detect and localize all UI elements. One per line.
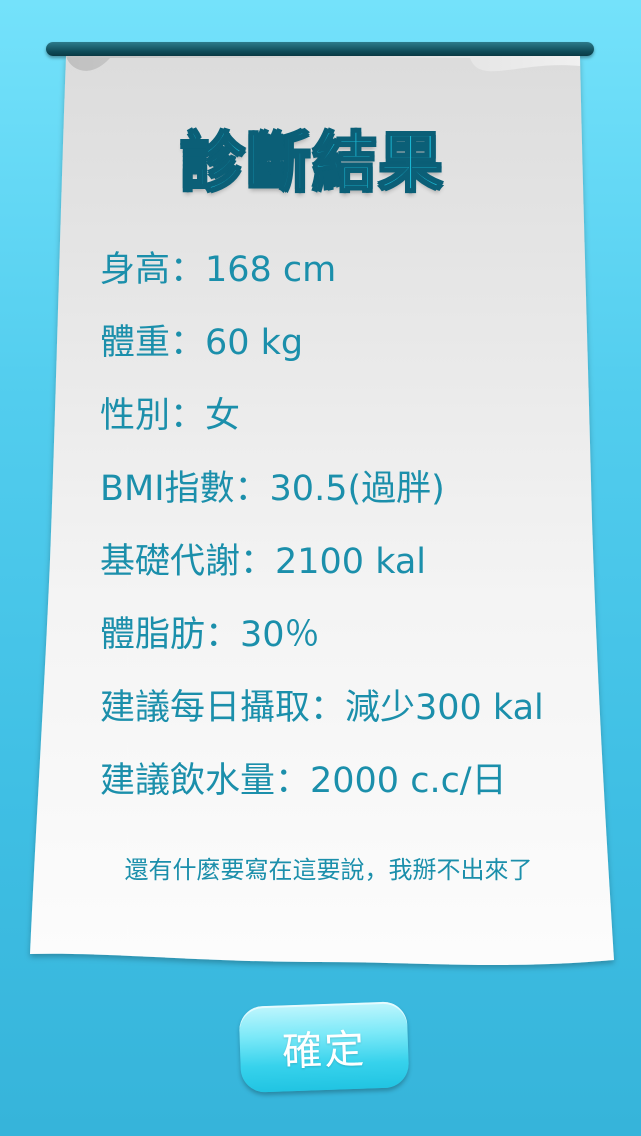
confirm-button[interactable]: 確定: [238, 1001, 410, 1093]
height-row: 身高：168 cm: [100, 250, 337, 290]
paper-content: 診斷結果 身高：168 cm 體重：60 kg 性別：女 BMI指數：30.5(…: [0, 0, 641, 1136]
water-intake-row: 建議飲水量：2000 c.c/日: [100, 761, 507, 801]
body-fat-row: 體脂肪：30％: [100, 615, 320, 655]
note-text: 還有什麼要寫在這要說，我掰不出來了: [124, 856, 533, 884]
result-list: 身高：168 cm 體重：60 kg 性別：女 BMI指數：30.5(過胖) 基…: [100, 240, 580, 824]
diagnosis-screen: { "title": "診斷結果", "results": [ "身高：168 …: [0, 0, 641, 1136]
gender-row: 性別：女: [100, 396, 241, 436]
daily-intake-row: 建議每日攝取：減少300 kal: [100, 688, 544, 728]
basal-metabolism-row: 基礎代謝：2100 kal: [100, 542, 427, 582]
page-title: 診斷結果: [180, 126, 445, 202]
weight-row: 體重：60 kg: [100, 323, 304, 363]
bmi-row: BMI指數：30.5(過胖): [100, 469, 445, 509]
confirm-button-label: 確定: [281, 1026, 367, 1076]
